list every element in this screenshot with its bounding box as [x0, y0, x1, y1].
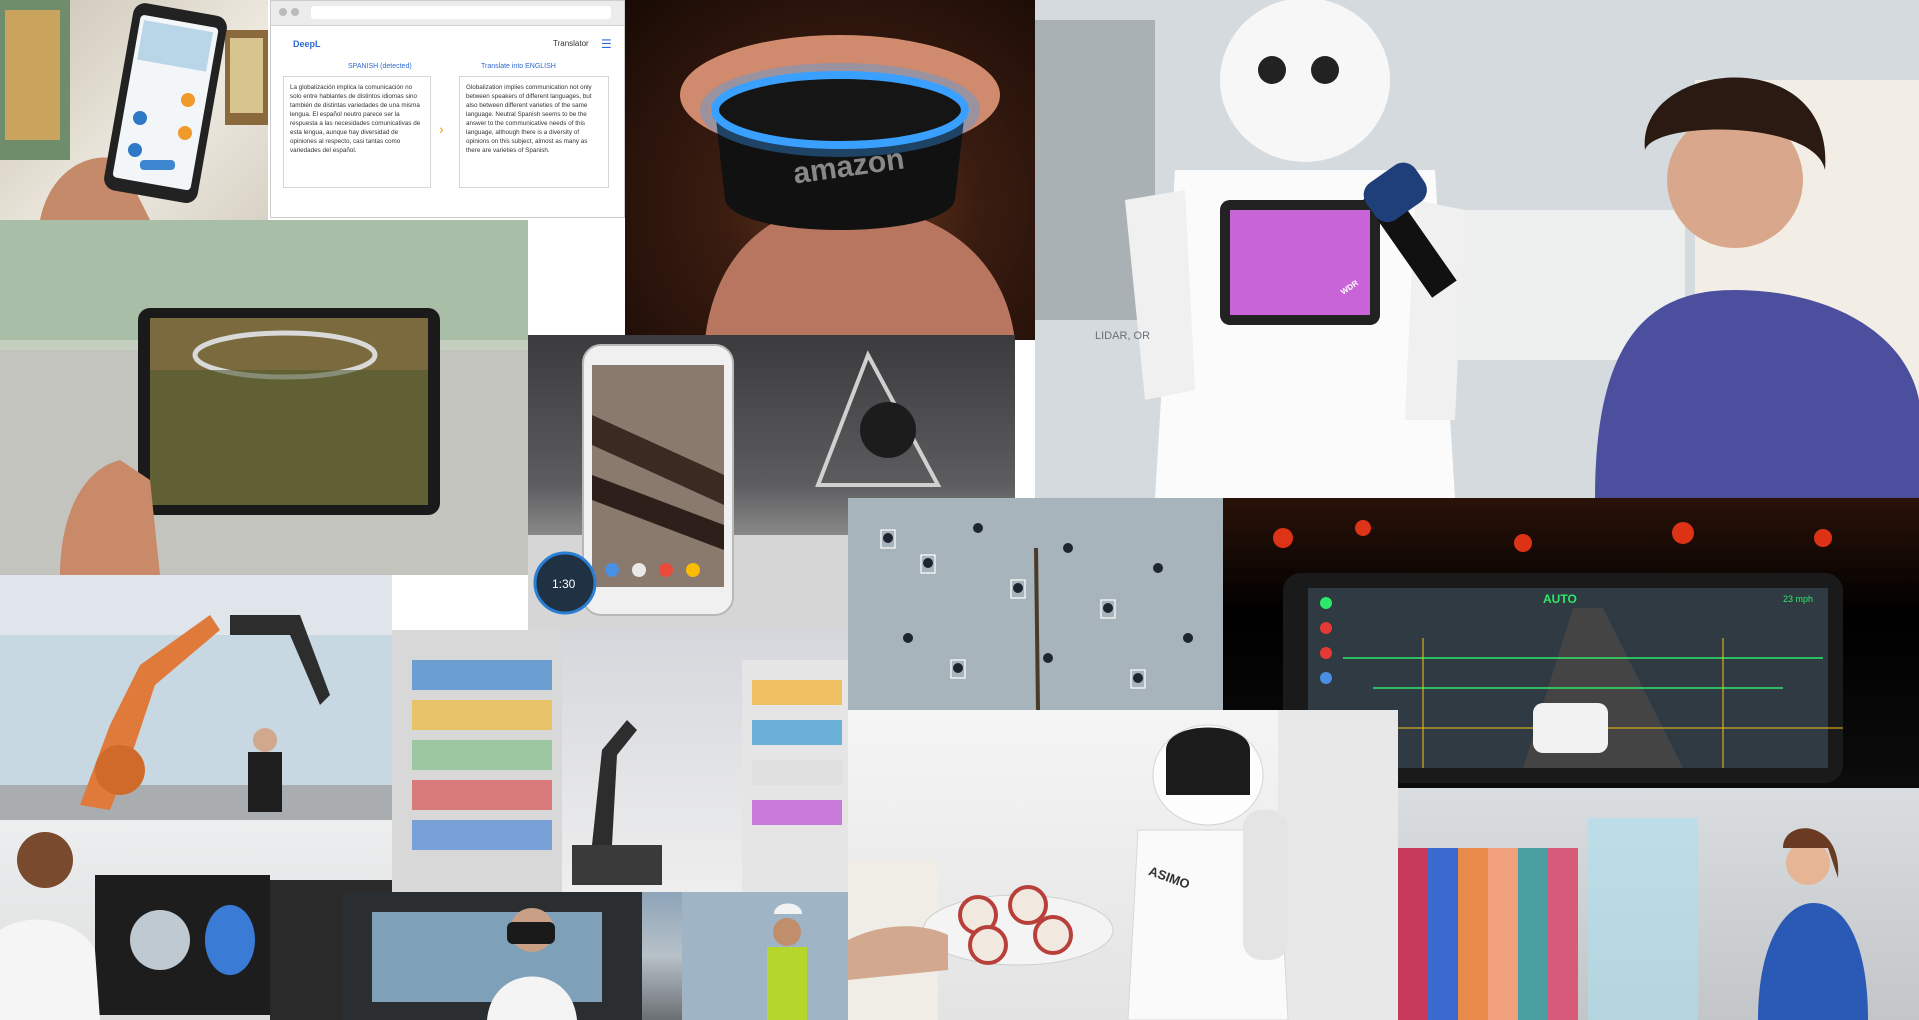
source-language-select[interactable]: SPANISH (detected)	[348, 63, 412, 70]
background-sign: LIDAR, OR	[1095, 330, 1151, 342]
ipad-ar-illustration	[0, 220, 528, 575]
menu-icon[interactable]: ☰	[601, 37, 612, 51]
autopilot-mode-label: AUTO	[1543, 592, 1577, 606]
asimo-illustration	[848, 710, 1398, 1020]
tile-asimo-robot: ASIMO	[848, 710, 1398, 1020]
tile-amazon-echo: amazon	[625, 0, 1035, 340]
tile-phone-art-app	[0, 0, 268, 220]
tile-ar-ipad	[0, 220, 528, 575]
tile-fashion-retail-ar	[1398, 788, 1919, 1020]
crowd-detection-illustration	[848, 498, 1223, 710]
target-language-select[interactable]: Translate into ENGLISH	[481, 63, 556, 70]
vr-illustration	[342, 892, 848, 1020]
robot-arm-illustration	[0, 575, 392, 820]
source-text-box[interactable]: La globalización implica la comunicación…	[283, 76, 431, 188]
tile-store-shelf-robot	[392, 630, 848, 892]
speed-readout: 23 mph	[1783, 594, 1814, 604]
tile-pepper-robot-interview: WDR LIDAR, OR	[1035, 0, 1919, 498]
browser-chrome	[271, 1, 624, 26]
arrow-right-icon: ›	[439, 121, 444, 137]
window-dot-icon	[291, 8, 299, 16]
tile-deepl-translator: DeepL Translator ☰ SPANISH (detected) Tr…	[270, 0, 625, 218]
fashion-retail-illustration	[1398, 818, 1868, 1020]
deepl-logo[interactable]: DeepL	[293, 39, 321, 49]
tile-industrial-robot-arm	[0, 575, 392, 820]
tile-vr-headset	[342, 892, 848, 1020]
pepper-robot-illustration	[1035, 0, 1919, 498]
tile-crowd-detection	[848, 498, 1223, 710]
target-text-box[interactable]: Globalization implies communication not …	[459, 76, 609, 188]
timer-badge: 1:30	[552, 577, 576, 591]
store-shelves-illustration	[392, 630, 848, 892]
translator-nav-link[interactable]: Translator	[553, 39, 589, 48]
tile-medical-imaging	[0, 820, 392, 1020]
phone-art-illustration	[0, 0, 268, 220]
window-dot-icon	[279, 8, 287, 16]
medical-imaging-illustration	[0, 832, 392, 1020]
address-bar[interactable]	[311, 6, 611, 19]
